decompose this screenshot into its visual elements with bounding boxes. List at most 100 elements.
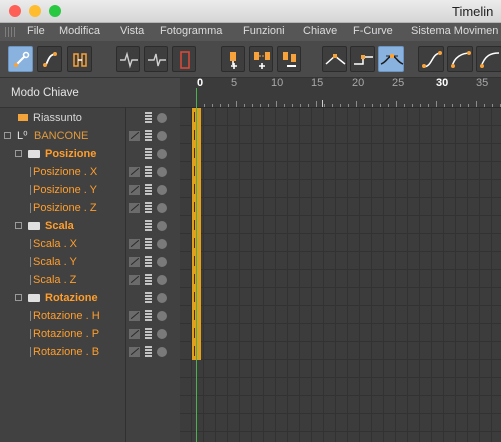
solo-icon[interactable] [157, 221, 167, 231]
ease-in-button[interactable] [418, 46, 444, 72]
keyframe-mark[interactable] [194, 328, 195, 338]
add-keys-button[interactable] [249, 46, 273, 72]
solo-icon[interactable] [157, 311, 167, 321]
mute-icon[interactable] [129, 131, 140, 141]
step-interpolation-button[interactable] [350, 46, 375, 72]
mute-icon[interactable] [129, 185, 140, 195]
ease-both-button[interactable] [476, 46, 501, 72]
menu-sistema-movimento[interactable]: Sistema Movimen [411, 25, 498, 37]
mute-icon[interactable] [129, 275, 140, 285]
menu-chiave[interactable]: Chiave [303, 25, 337, 37]
key-mode-button[interactable] [8, 46, 33, 72]
layer-icon[interactable] [145, 220, 152, 232]
ease-out-button[interactable] [447, 46, 473, 72]
mute-icon[interactable] [129, 239, 140, 249]
menu-f-curve[interactable]: F-Curve [353, 25, 393, 37]
menu-modifica[interactable]: Modifica [59, 25, 100, 37]
keyframe-mark[interactable] [194, 238, 195, 248]
collapse-icon[interactable] [15, 222, 22, 229]
grip-icon[interactable] [5, 27, 17, 37]
track-posizione-y[interactable]: Posizione . Y [0, 181, 180, 199]
spline-interpolation-button[interactable] [378, 46, 404, 72]
collapse-icon[interactable] [4, 132, 11, 139]
track-scala-y[interactable]: Scala . Y [0, 253, 180, 271]
solo-icon[interactable] [157, 329, 167, 339]
time-cursor[interactable] [196, 88, 197, 442]
mute-icon[interactable] [129, 347, 140, 357]
menu-vista[interactable]: Vista [120, 25, 144, 37]
solo-icon[interactable] [157, 239, 167, 249]
keyframe-mark[interactable] [194, 220, 195, 230]
ripple-mode-button[interactable] [67, 46, 92, 72]
layer-icon[interactable] [145, 292, 152, 304]
track-scala-x[interactable]: Scala . X [0, 235, 180, 253]
solo-icon[interactable] [157, 149, 167, 159]
keyframe-mark[interactable] [194, 148, 195, 158]
track-rotazione[interactable]: Rotazione [0, 289, 180, 307]
fcurve-mode-button[interactable] [37, 46, 62, 72]
keyframe-mark[interactable] [194, 346, 195, 356]
mute-icon[interactable] [129, 329, 140, 339]
keyframe-mark[interactable] [194, 184, 195, 194]
solo-icon[interactable] [157, 167, 167, 177]
layer-icon[interactable] [145, 328, 152, 340]
solo-icon[interactable] [157, 347, 167, 357]
wave-alt-button[interactable] [144, 46, 168, 72]
collapse-icon[interactable] [15, 294, 22, 301]
layer-icon[interactable] [145, 310, 152, 322]
solo-icon[interactable] [157, 185, 167, 195]
menu-funzioni[interactable]: Funzioni [243, 25, 285, 37]
track-scala-z[interactable]: Scala . Z [0, 271, 180, 289]
mute-icon[interactable] [129, 257, 140, 267]
track-posizione-z[interactable]: Posizione . Z [0, 199, 180, 217]
add-key-button[interactable] [221, 46, 245, 72]
keyframe-mark[interactable] [194, 274, 195, 284]
minimize-window-button[interactable] [29, 5, 41, 17]
mute-icon[interactable] [129, 311, 140, 321]
track-posizione-x[interactable]: Posizione . X [0, 163, 180, 181]
collapse-icon[interactable] [15, 150, 22, 157]
track-riassunto[interactable]: Riassunto [0, 109, 180, 127]
solo-icon[interactable] [157, 293, 167, 303]
solo-icon[interactable] [157, 203, 167, 213]
remove-key-button[interactable] [277, 46, 301, 72]
solo-icon[interactable] [157, 257, 167, 267]
layer-icon[interactable] [145, 202, 152, 214]
layer-icon[interactable] [145, 238, 152, 250]
menu-file[interactable]: File [27, 25, 45, 37]
track-rotazione-h[interactable]: Rotazione . H [0, 307, 180, 325]
layer-icon[interactable] [145, 130, 152, 142]
close-window-button[interactable] [9, 5, 21, 17]
solo-icon[interactable] [157, 131, 167, 141]
layer-icon[interactable] [145, 274, 152, 286]
layer-icon[interactable] [145, 184, 152, 196]
layer-icon[interactable] [145, 112, 152, 124]
layer-icon[interactable] [145, 256, 152, 268]
track-scala[interactable]: Scala [0, 217, 180, 235]
layer-icon[interactable] [145, 346, 152, 358]
keyframe-mark[interactable] [194, 310, 195, 320]
solo-icon[interactable] [157, 113, 167, 123]
keyframe-mark[interactable] [194, 292, 195, 302]
track-posizione[interactable]: Posizione [0, 145, 180, 163]
frame-ruler[interactable]: 0 5 10 15 20 25 30 35 [180, 77, 501, 108]
mute-icon[interactable] [129, 167, 140, 177]
layer-icon[interactable] [145, 148, 152, 160]
keyframe-mark[interactable] [194, 256, 195, 266]
wave-button[interactable] [116, 46, 140, 72]
clip-button[interactable] [172, 46, 196, 72]
keyframe-mark[interactable] [194, 166, 195, 176]
mute-icon[interactable] [129, 203, 140, 213]
keyframe-mark[interactable] [194, 130, 195, 140]
linear-interpolation-button[interactable] [322, 46, 347, 72]
track-bancone[interactable]: L⁰ BANCONE [0, 127, 180, 145]
track-rotazione-b[interactable]: Rotazione . B [0, 343, 180, 361]
keyframe-mark[interactable] [194, 202, 195, 212]
track-rotazione-p[interactable]: Rotazione . P [0, 325, 180, 343]
layer-icon[interactable] [145, 166, 152, 178]
menu-fotogramma[interactable]: Fotogramma [160, 25, 222, 37]
solo-icon[interactable] [157, 275, 167, 285]
dopesheet-grid[interactable] [180, 108, 501, 442]
zoom-window-button[interactable] [49, 5, 61, 17]
keyframe-mark[interactable] [194, 112, 195, 122]
